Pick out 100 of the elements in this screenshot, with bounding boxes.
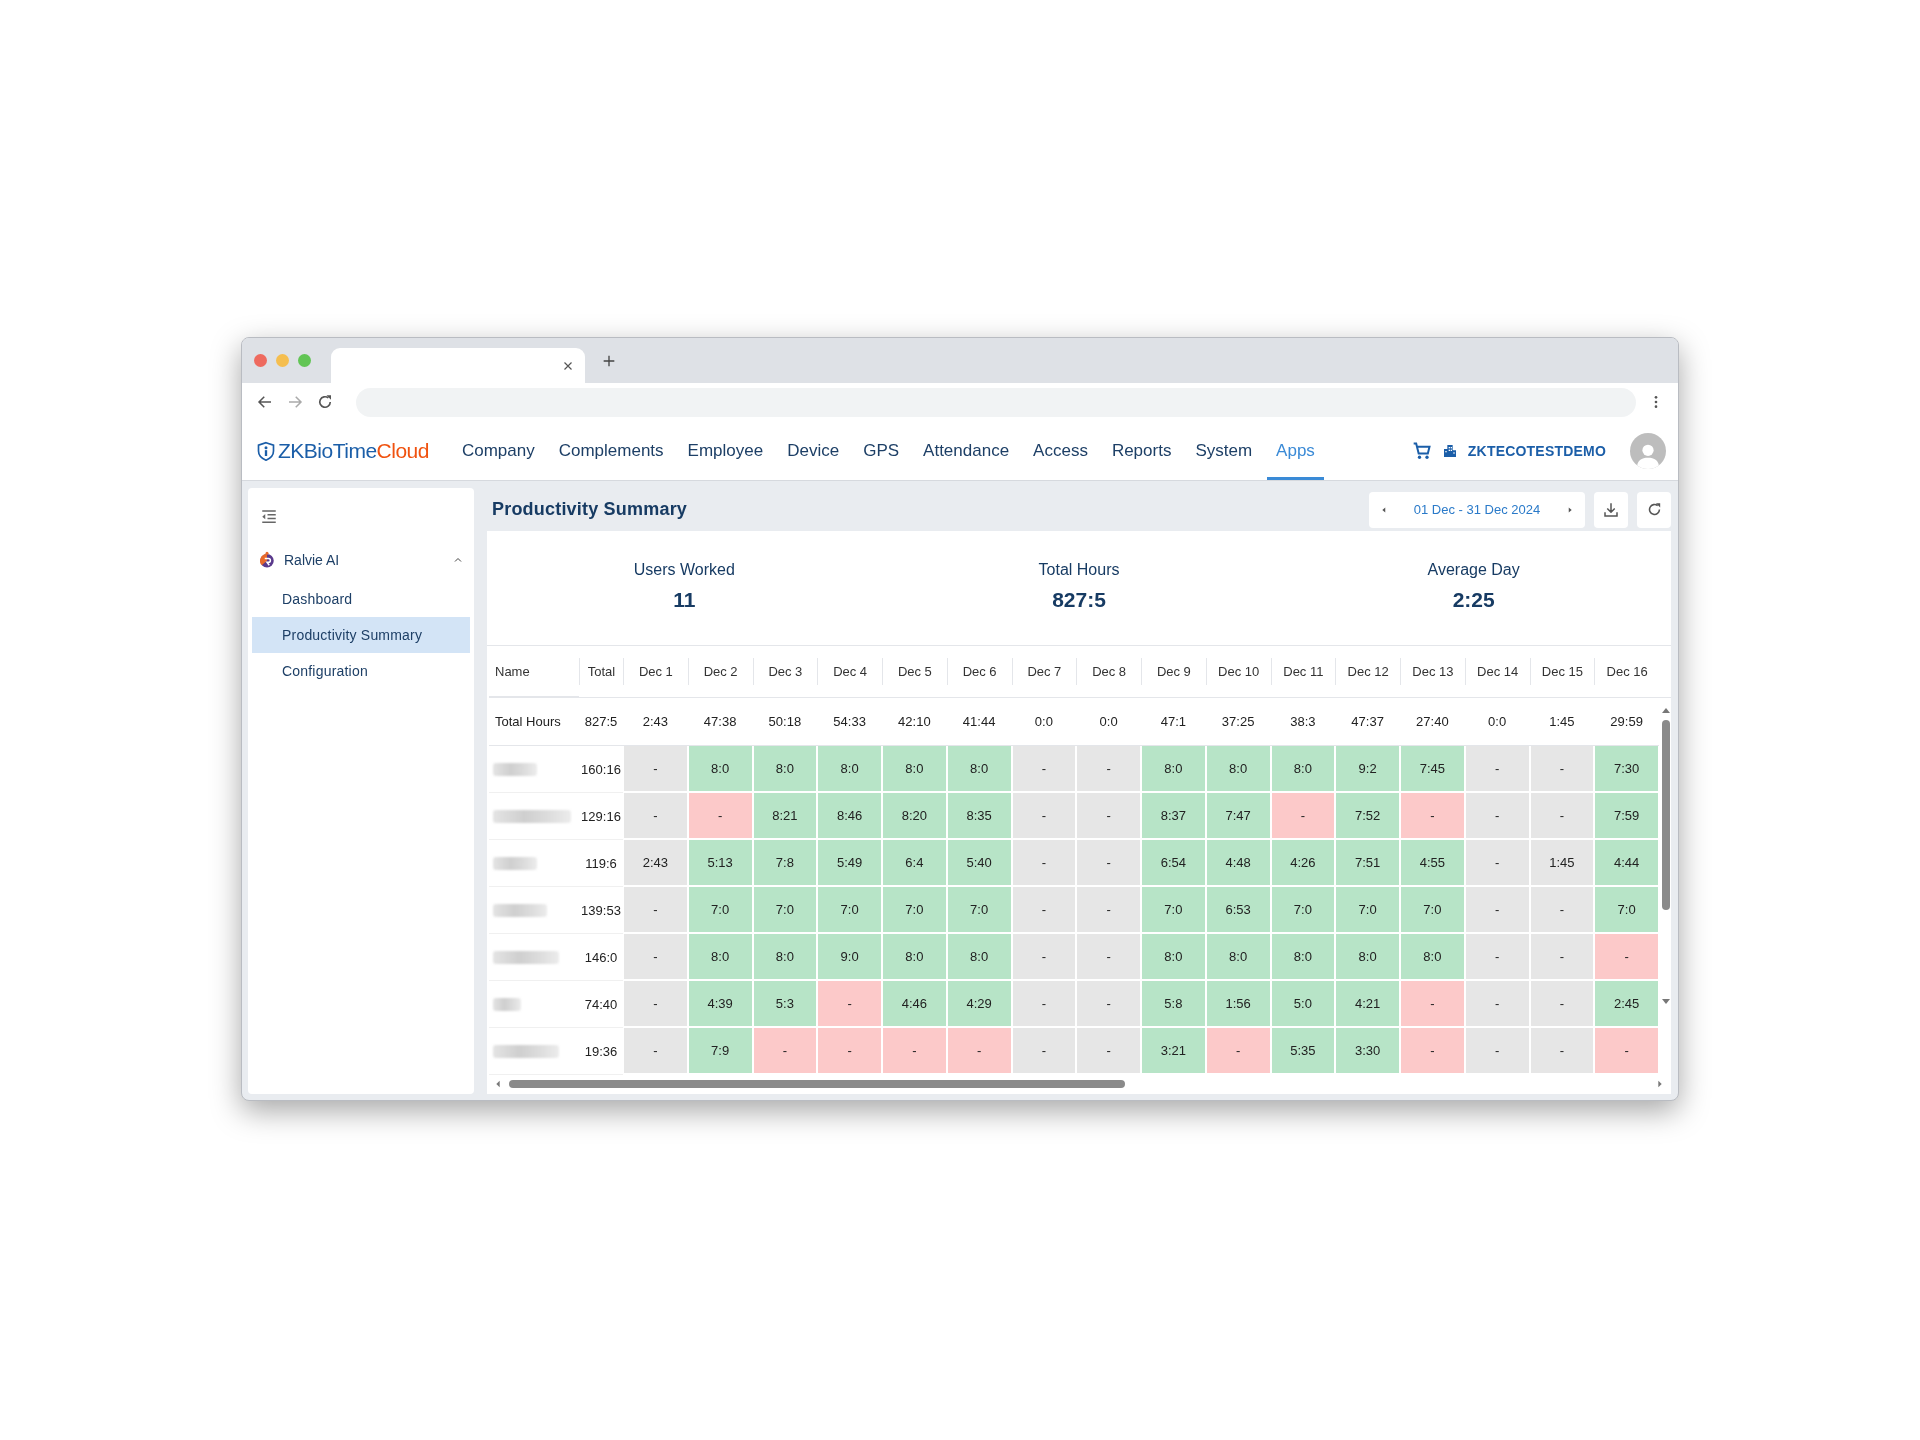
app-logo-icon — [258, 551, 276, 569]
sidebar-item[interactable]: Dashboard — [252, 581, 470, 617]
column-header[interactable]: Dec 11 — [1270, 658, 1336, 685]
table-cell: 5:8 — [1141, 981, 1206, 1028]
logo[interactable]: ZKBioTimeCloud — [256, 421, 429, 480]
table-cell: - — [1464, 1028, 1530, 1075]
column-header[interactable]: Dec 10 — [1205, 658, 1271, 685]
table-cell: 7:8 — [752, 840, 818, 887]
table-cell: 4:55 — [1400, 840, 1465, 887]
table-cell: 7:0 — [882, 887, 947, 934]
table-cell: - — [623, 1028, 688, 1075]
nav-tab[interactable]: Reports — [1102, 421, 1181, 480]
table-cell: 1:56 — [1205, 981, 1271, 1028]
table-cell: - — [1076, 793, 1141, 840]
table-cell: 8:0 — [946, 746, 1012, 793]
column-header[interactable]: Dec 9 — [1141, 658, 1206, 685]
table-cell: - — [1076, 981, 1141, 1028]
back-icon[interactable] — [256, 393, 274, 411]
column-header[interactable]: Dec 7 — [1011, 658, 1077, 685]
table-cell: 7:0 — [687, 887, 753, 934]
nav-tab[interactable]: System — [1186, 421, 1262, 480]
sidebar-item[interactable]: Configuration — [252, 653, 470, 689]
account-name[interactable]: ZKTECOTESTDEMO — [1467, 442, 1606, 459]
table-cell: 2:43 — [623, 840, 688, 887]
table-cell: 5:40 — [946, 840, 1012, 887]
table-cell: - — [1076, 934, 1141, 981]
column-header[interactable]: Dec 2 — [687, 658, 753, 685]
column-header[interactable]: Dec 15 — [1529, 658, 1595, 685]
table-cell: 8:20 — [882, 793, 947, 840]
column-header[interactable]: Dec 3 — [752, 658, 818, 685]
table-cell: 8:0 — [1270, 934, 1336, 981]
table-cell: 5:49 — [817, 840, 882, 887]
table-cell: - — [1076, 1028, 1141, 1075]
table-cell: - — [1076, 746, 1141, 793]
app-menu-group[interactable]: Ralvie AI — [248, 542, 474, 578]
table-cell: 8:46 — [817, 793, 882, 840]
table-cell: 7:59 — [1594, 793, 1659, 840]
column-header[interactable]: Dec 1 — [623, 658, 688, 685]
table-cell: - — [1011, 887, 1077, 934]
refresh-button[interactable] — [1637, 491, 1671, 528]
column-header[interactable]: Total — [579, 658, 623, 685]
table-cell: 8:0 — [1270, 746, 1336, 793]
column-header[interactable]: Dec 6 — [946, 658, 1012, 685]
nav-tab[interactable]: Company — [452, 421, 544, 480]
table-cell: 8:0 — [1335, 934, 1400, 981]
vertical-scrollbar[interactable] — [1660, 706, 1672, 1006]
column-header[interactable]: Dec 14 — [1464, 658, 1530, 685]
table-cell: 8:0 — [1141, 934, 1206, 981]
shield-icon — [256, 440, 276, 461]
table-cell: 7:0 — [1270, 887, 1336, 934]
table-cell: 7:51 — [1335, 840, 1400, 887]
column-header[interactable]: Dec 5 — [882, 658, 947, 685]
table-cell: 6:53 — [1205, 887, 1271, 934]
forward-icon[interactable] — [286, 393, 304, 411]
table-cell: - — [623, 981, 688, 1028]
nav-tab[interactable]: Attendance — [914, 421, 1019, 480]
table-cell: 4:39 — [687, 981, 753, 1028]
column-header[interactable]: Dec 4 — [817, 658, 882, 685]
nav-tab[interactable]: Apps — [1267, 421, 1324, 480]
table-cell: - — [1400, 981, 1465, 1028]
table-cell: 9:2 — [1335, 746, 1400, 793]
stat-label: Users Worked — [633, 560, 735, 579]
cart-icon[interactable] — [1411, 440, 1432, 461]
table-cell: - — [687, 793, 753, 840]
table-cell: 5:0 — [1270, 981, 1336, 1028]
table-cell: 6:54 — [1141, 840, 1206, 887]
table-cell: - — [1205, 1028, 1271, 1075]
close-window-icon[interactable] — [254, 354, 267, 367]
table-cell: - — [817, 1028, 882, 1075]
column-header[interactable]: Dec 12 — [1335, 658, 1400, 685]
table-cell: 8:0 — [817, 746, 882, 793]
nav-tab[interactable]: Access — [1024, 421, 1097, 480]
table-cell: - — [1011, 1028, 1077, 1075]
table-cell: 4:48 — [1205, 840, 1271, 887]
download-button[interactable] — [1594, 491, 1628, 528]
column-header[interactable]: Dec 13 — [1400, 658, 1465, 685]
column-header[interactable]: Dec 8 — [1076, 658, 1141, 685]
blurred-name — [493, 950, 559, 964]
nav-tab[interactable]: Employee — [678, 421, 773, 480]
nav-tab[interactable]: GPS — [854, 421, 909, 480]
blurred-name — [493, 762, 537, 776]
table-cell: 3:21 — [1141, 1028, 1206, 1075]
reload-icon[interactable] — [316, 393, 334, 411]
table-cell: 8:0 — [882, 934, 947, 981]
column-header[interactable]: Name — [489, 646, 579, 697]
nav-tab[interactable]: Device — [778, 421, 849, 480]
table-cell: - — [752, 1028, 818, 1075]
table-cell: 8:0 — [1400, 934, 1465, 981]
table-cell: - — [1529, 746, 1595, 793]
table-cell: 6:4 — [882, 840, 947, 887]
collapse-menu-icon[interactable] — [260, 508, 278, 526]
table-cell: - — [1464, 934, 1530, 981]
table-cell: 7:9 — [687, 1028, 753, 1075]
table-cell: - — [623, 934, 688, 981]
nav-tab[interactable]: Complements — [549, 421, 673, 480]
sidebar-item[interactable]: Productivity Summary — [252, 617, 470, 653]
table-cell: - — [1400, 1028, 1465, 1075]
date-range-picker[interactable]: 01 Dec - 31 Dec 2024 — [1369, 491, 1585, 528]
table-cell: 3:30 — [1335, 1028, 1400, 1075]
column-header[interactable]: Dec 16 — [1594, 658, 1659, 685]
